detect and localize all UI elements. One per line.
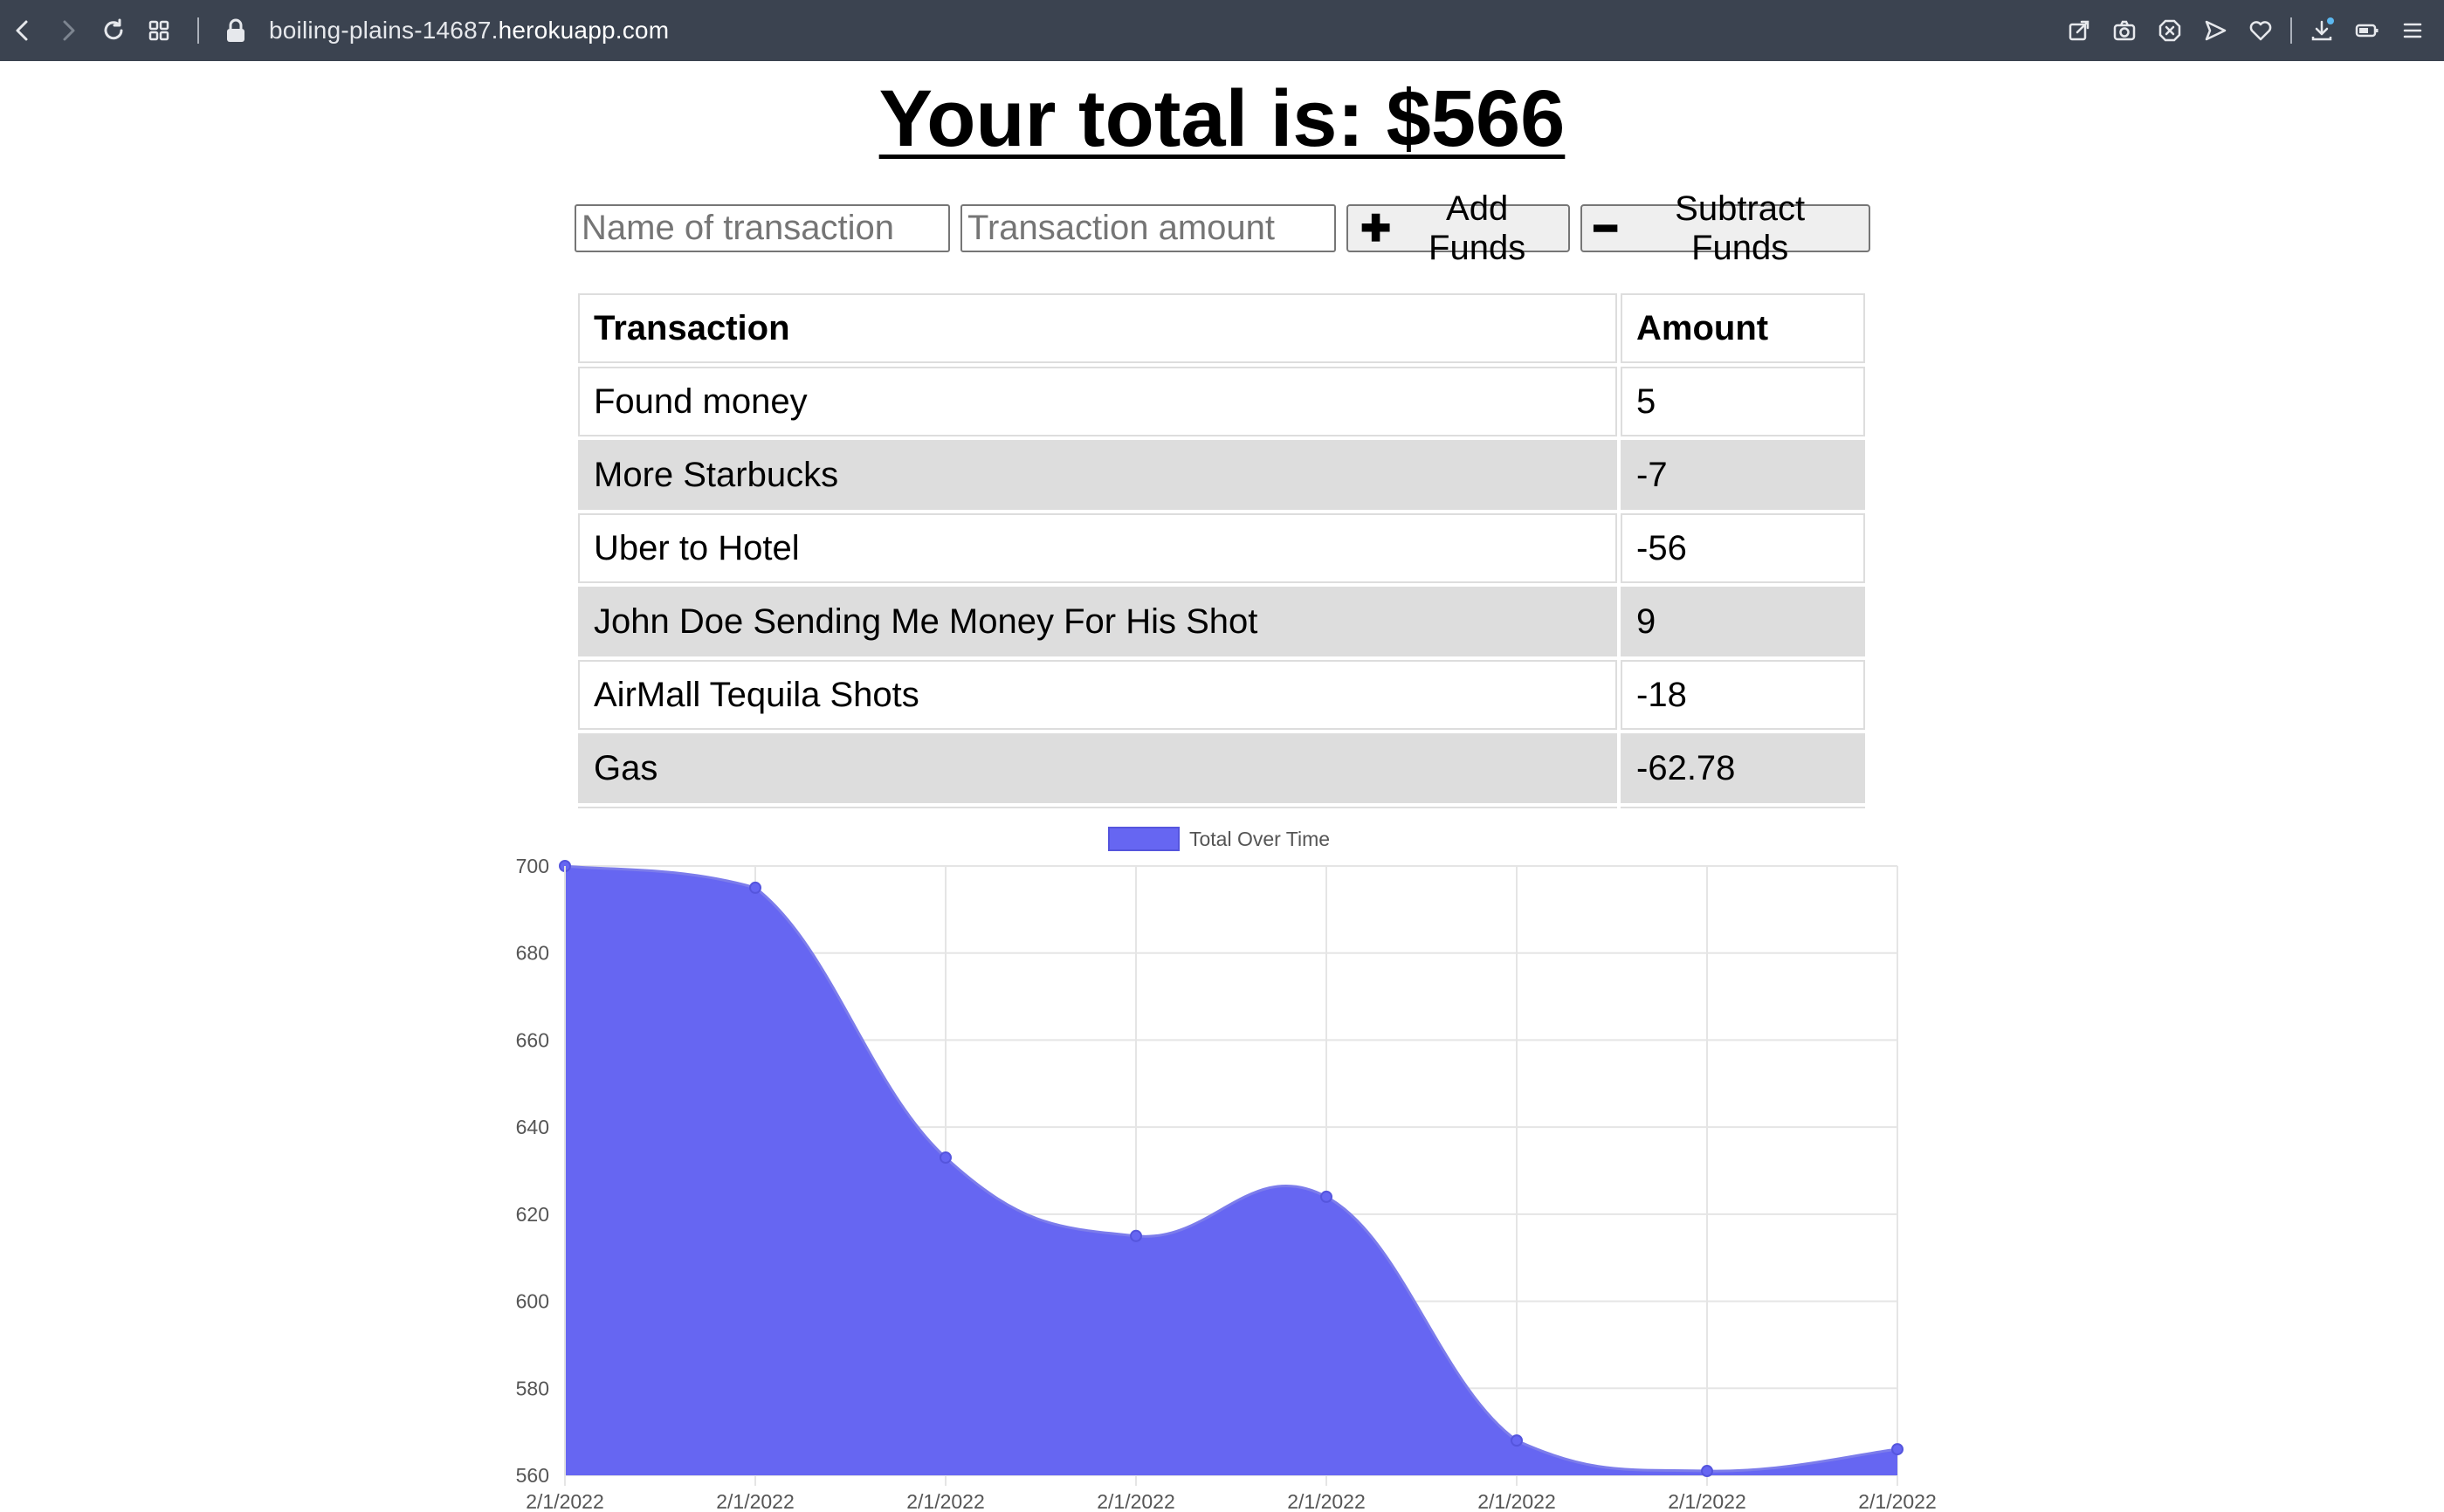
reload-icon[interactable] [91,0,136,61]
row-amount: -7 [1621,440,1865,510]
row-amount: 5 [1621,367,1865,436]
header-transaction: Transaction [578,293,1617,363]
toolbar-separator-right [2290,17,2292,44]
browser-toolbar: boiling-plains-14687.herokuapp.com [0,0,2444,61]
transactions-table-container[interactable]: Transaction Amount Found money 5 More St… [575,290,1869,808]
subtract-funds-button[interactable]: ━ Subtract Funds [1580,189,1870,267]
header-amount: Amount [1621,293,1865,363]
add-funds-label: Add Funds [1429,189,1526,267]
heart-icon[interactable] [2238,0,2283,61]
page-content: Your total is: $566 ✚ Add Funds ━ Subtra… [0,61,2444,1512]
url-prefix: boiling-plains-14687. [269,17,499,44]
row-transaction: Uber to Hotel [578,513,1617,583]
transaction-form: ✚ Add Funds ━ Subtract Funds [575,189,1870,267]
share-icon[interactable] [2056,0,2102,61]
adblock-icon[interactable] [2147,0,2193,61]
row-transaction: Found money [578,367,1617,436]
battery-icon [2344,0,2390,61]
table-row: More Starbucks -7 [578,440,1865,510]
row-amount-partial [1621,807,1865,808]
table-row [578,807,1865,808]
camera-icon[interactable] [2102,0,2147,61]
row-transaction: AirMall Tequila Shots [578,660,1617,730]
table-row: Uber to Hotel -56 [578,513,1865,583]
add-funds-button[interactable]: ✚ Add Funds [1346,189,1570,267]
table-row: John Doe Sending Me Money For His Shot 9 [578,587,1865,656]
total-heading: Your total is: $566 [878,74,1566,163]
row-transaction-partial [578,807,1617,808]
table-header-row: Transaction Amount [578,293,1865,363]
row-amount: -62.78 [1621,733,1865,803]
table-row: Found money 5 [578,367,1865,436]
transaction-name-input[interactable] [575,204,950,252]
address-bar[interactable]: boiling-plains-14687.herokuapp.com [218,0,669,61]
toolbar-separator [197,17,199,44]
plus-icon: ✚ [1360,207,1392,249]
url-text: boiling-plains-14687.herokuapp.com [269,17,669,45]
row-amount: 9 [1621,587,1865,656]
download-icon[interactable] [2299,0,2344,61]
row-transaction: More Starbucks [578,440,1617,510]
row-amount: -56 [1621,513,1865,583]
subtract-funds-label: Subtract Funds [1675,189,1806,267]
back-icon[interactable] [0,0,45,61]
transactions-table: Transaction Amount Found money 5 More St… [575,290,1869,808]
lock-icon [218,18,253,43]
row-amount: -18 [1621,660,1865,730]
tabs-grid-icon[interactable] [136,0,182,61]
table-row: Gas -62.78 [578,733,1865,803]
menu-icon[interactable] [2390,0,2435,61]
row-transaction: Gas [578,733,1617,803]
minus-icon: ━ [1594,207,1617,249]
transaction-amount-input[interactable] [960,204,1336,252]
forward-icon[interactable] [45,0,91,61]
url-host: herokuapp.com [498,17,670,44]
table-row: AirMall Tequila Shots -18 [578,660,1865,730]
row-transaction: John Doe Sending Me Money For His Shot [578,587,1617,656]
send-icon[interactable] [2193,0,2238,61]
